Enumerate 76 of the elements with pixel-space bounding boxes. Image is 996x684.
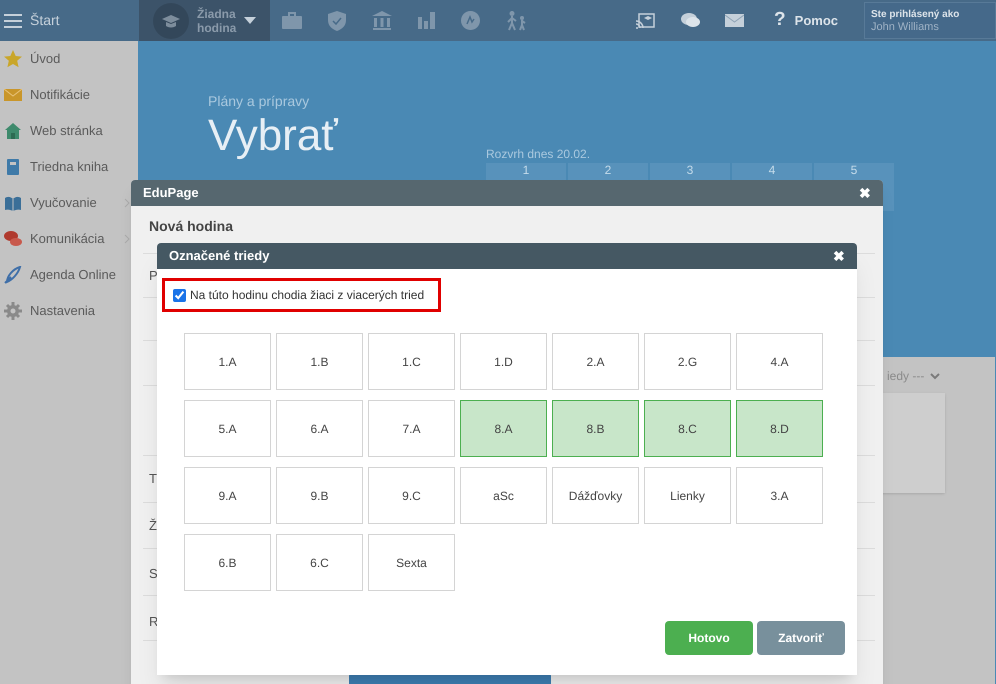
class-button[interactable]: 5.A	[184, 400, 271, 457]
class-button[interactable]: 9.A	[184, 467, 271, 524]
field-label: S	[149, 565, 158, 583]
class-button[interactable]: Dážďovky	[552, 467, 639, 524]
class-button[interactable]: 4.A	[736, 333, 823, 390]
class-button[interactable]: 3.A	[736, 467, 823, 524]
star-icon	[4, 50, 22, 68]
sidebar-item[interactable]: Triedna kniha	[0, 149, 131, 185]
lesson-label: hodina	[197, 20, 236, 34]
page-title: Vybrať	[208, 112, 338, 160]
cast-icon[interactable]	[636, 12, 656, 28]
class-button[interactable]: 2.A	[552, 333, 639, 390]
envelope-icon[interactable]	[725, 14, 744, 27]
sidebar-item[interactable]: Vyučovanie	[0, 185, 131, 221]
field-label: P	[149, 267, 158, 285]
dialog-title: EduPage	[143, 184, 199, 202]
class-button[interactable]: 8.B	[552, 400, 639, 457]
sidebar-item[interactable]: Notifikácie	[0, 77, 131, 113]
class-button[interactable]: Sexta	[368, 534, 455, 591]
user-name: John Williams	[871, 20, 940, 34]
caret-icon	[244, 16, 256, 24]
lesson-label: Žiadna	[197, 6, 236, 20]
house-icon	[4, 122, 22, 140]
class-button[interactable]: 9.C	[368, 467, 455, 524]
bar-chart-icon[interactable]	[418, 12, 435, 29]
class-button[interactable]: 8.C	[644, 400, 731, 457]
sidebar-item[interactable]: Web stránka	[0, 113, 131, 149]
field-label: R	[149, 613, 158, 631]
menu-icon[interactable]	[4, 12, 22, 28]
menu-label[interactable]: Štart	[30, 10, 60, 31]
page-subtitle: Plány a prípravy	[208, 92, 310, 111]
badge-icon[interactable]	[461, 11, 480, 30]
class-button[interactable]: aSc	[460, 467, 547, 524]
class-button[interactable]: 2.G	[644, 333, 731, 390]
class-button[interactable]: 1.C	[368, 333, 455, 390]
envelope-icon	[4, 86, 22, 104]
field-label: Ž	[149, 517, 157, 535]
chevron-down-icon[interactable]	[930, 372, 940, 380]
help-icon[interactable]: ?	[774, 6, 786, 35]
timetable-caption: Rozvrh dnes 20.02.	[486, 147, 592, 161]
class-button[interactable]: 6.B	[184, 534, 271, 591]
checkbox-label[interactable]: Na túto hodinu chodia žiaci z viacerých tried	[190, 286, 424, 304]
chat-bubbles-icon[interactable]	[681, 12, 700, 29]
user-caption: Ste prihlásený ako	[871, 8, 960, 20]
class-button[interactable]: 6.C	[276, 534, 363, 591]
pen-icon	[4, 266, 22, 284]
dialog-heading: Nová hodina	[149, 217, 234, 236]
class-button[interactable]: 1.D	[460, 333, 547, 390]
speech-bubbles-icon	[4, 230, 22, 248]
briefcase-icon[interactable]	[282, 12, 302, 30]
graduation-cap-icon	[153, 2, 189, 38]
class-button[interactable]: 9.B	[276, 467, 363, 524]
walking-people-icon[interactable]	[506, 10, 528, 30]
class-button[interactable]: 8.D	[736, 400, 823, 457]
sidebar-item[interactable]: Úvod	[0, 41, 131, 77]
user-menu[interactable]: Ste prihlásený ako John Williams	[864, 2, 996, 39]
class-button[interactable]: 6.A	[276, 400, 363, 457]
shield-icon[interactable]	[328, 10, 346, 30]
bank-icon[interactable]	[372, 11, 392, 30]
open-book-icon	[4, 194, 22, 212]
class-button[interactable]: 8.A	[460, 400, 547, 457]
sidebar-item[interactable]: Nastavenia	[0, 293, 131, 329]
field-label: T	[149, 470, 157, 488]
notebook-icon	[4, 158, 22, 176]
class-button[interactable]: 7.A	[368, 400, 455, 457]
checkbox[interactable]	[173, 288, 186, 302]
dialog-title: Označené triedy	[169, 247, 270, 266]
help-link[interactable]: Pomoc	[794, 10, 838, 30]
class-button[interactable]: 1.A	[184, 333, 271, 390]
close-button[interactable]: ✖	[859, 182, 871, 204]
sidebar-item[interactable]: Komunikácia	[0, 221, 131, 257]
class-button[interactable]: Lienky	[644, 467, 731, 524]
gear-icon	[4, 302, 22, 320]
close-button[interactable]: ✖	[833, 246, 845, 266]
sidebar-item[interactable]: Agenda Online	[0, 257, 131, 293]
class-button[interactable]: 1.B	[276, 333, 363, 390]
